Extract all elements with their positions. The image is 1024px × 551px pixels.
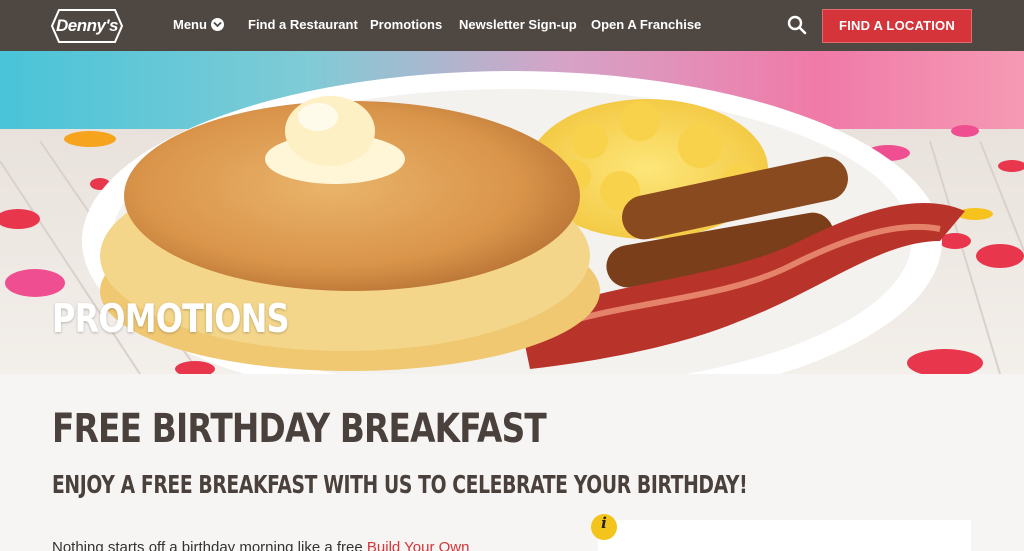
nav-promotions[interactable]: Promotions: [370, 17, 442, 32]
body-paragraph: Nothing starts off a birthday morning li…: [52, 539, 469, 551]
search-icon[interactable]: [787, 15, 807, 35]
nav-open-a-franchise[interactable]: Open A Franchise: [591, 17, 701, 32]
page-title: FREE BIRTHDAY BREAKFAST: [52, 406, 547, 452]
build-your-own-link[interactable]: Build Your Own: [367, 539, 470, 551]
logo-text: Denny's: [56, 16, 118, 35]
hero-banner: PROMOTIONS: [0, 51, 1024, 374]
nav-menu[interactable]: Menu: [173, 17, 207, 32]
dennys-logo[interactable]: Denny's: [51, 8, 123, 44]
body-text: Nothing starts off a birthday morning li…: [52, 539, 367, 551]
nav-newsletter-signup[interactable]: Newsletter Sign-up: [459, 17, 577, 32]
chevron-down-icon[interactable]: [211, 18, 224, 31]
find-a-location-button[interactable]: FIND A LOCATION: [822, 9, 972, 43]
page-subtitle: ENJOY A FREE BREAKFAST WITH US TO CELEBR…: [52, 470, 748, 499]
info-icon: i: [591, 514, 617, 540]
hero-title: PROMOTIONS: [52, 297, 290, 342]
main-content: FREE BIRTHDAY BREAKFAST ENJOY A FREE BRE…: [0, 374, 1024, 551]
info-card: [598, 520, 971, 551]
top-navigation-bar: Denny's Menu Find a Restaurant Promotion…: [0, 0, 1024, 51]
nav-find-a-restaurant[interactable]: Find a Restaurant: [248, 17, 358, 32]
